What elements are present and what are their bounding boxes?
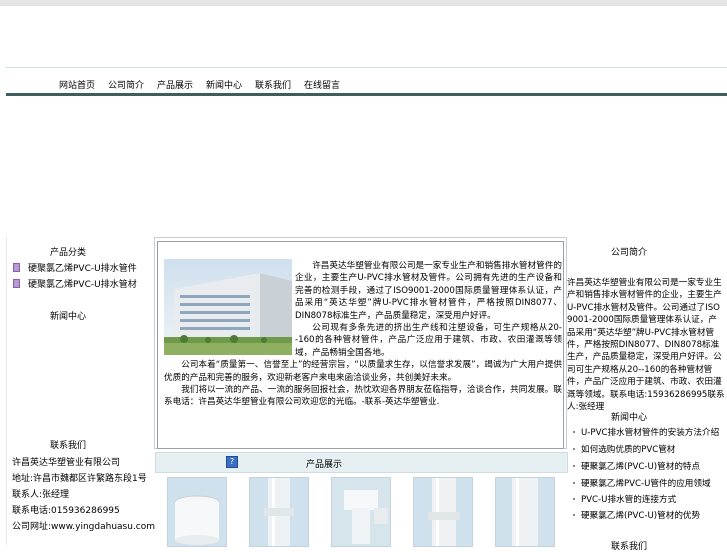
- bullet-icon: [573, 431, 575, 433]
- left-product-link[interactable]: 硬聚氯乙烯PVC-U排水管件: [13, 261, 137, 274]
- header-area: [6, 6, 727, 67]
- product-thumbnail[interactable]: [167, 477, 227, 547]
- bullet-icon: [573, 498, 575, 500]
- nav-item-home[interactable]: 网站首页: [59, 78, 95, 91]
- bullet-icon: [573, 465, 575, 467]
- product-thumbnail[interactable]: [495, 477, 555, 547]
- product-thumbnail[interactable]: [249, 477, 309, 547]
- products-category-title: 产品分类: [50, 248, 87, 258]
- pipe-image: [496, 478, 554, 546]
- right-news-title: 新闻中心: [611, 413, 648, 423]
- company-intro-panel: 许昌英达华塑管业有限公司是一家专业生产和销售排水管材管件的企业，主要生产U-PV…: [154, 237, 567, 449]
- bullet-icon: [13, 263, 20, 272]
- tee-fitting-image: [332, 478, 390, 546]
- nav-item-news[interactable]: 新闻中心: [206, 78, 242, 91]
- bullet-icon: [573, 482, 575, 484]
- bullet-icon: [573, 448, 575, 450]
- left-news-title: 新闻中心: [50, 312, 87, 322]
- contact-company: 许昌英达华塑管业有限公司: [12, 458, 121, 468]
- left-product-link[interactable]: 硬聚氯乙烯PVC-U排水管材: [13, 277, 137, 290]
- news-link[interactable]: 硬聚氯乙烯PVC-U管件的应用领域: [567, 477, 711, 489]
- pipe-fitting-image: [168, 478, 226, 546]
- intro-inner-border: 许昌英达华塑管业有限公司是一家专业生产和销售排水管材管件的企业，主要生产U-PV…: [157, 241, 564, 449]
- news-link[interactable]: U-PVC排水管材管件的安装方法介绍: [567, 426, 719, 438]
- nav-item-products[interactable]: 产品展示: [157, 78, 193, 91]
- product-thumbnail[interactable]: [413, 477, 473, 547]
- nav-item-about[interactable]: 公司简介: [108, 78, 144, 91]
- right-contact-title: 联系我们: [611, 542, 648, 552]
- main-content: 许昌英达华塑管业有限公司是一家专业生产和销售排水管材管件的企业，主要生产U-PV…: [154, 237, 568, 547]
- contact-address: 地址:许昌市魏都区许繁路东段1号: [12, 474, 147, 484]
- pipe-image: [414, 478, 472, 546]
- contact-website[interactable]: 公司网址:www.yingdahuasu.com: [12, 519, 155, 532]
- news-link[interactable]: 硬聚氯乙烯(PVC-U)管材的优势: [567, 509, 700, 521]
- intro-paragraph: 公司本着“质量第一、信誉至上”的经营宗旨，“以质量求生存，以信誉求发展”，竭诚为…: [164, 360, 562, 383]
- product-thumbnail[interactable]: [331, 477, 391, 547]
- right-sidebar: 公司简介 许昌英达华塑管业有限公司是一家专业生产和销售排水管材管件的企业，主要生…: [567, 237, 727, 552]
- bullet-icon: [573, 514, 575, 516]
- left-contact-title: 联系我们: [50, 441, 87, 451]
- bullet-icon: [13, 279, 20, 288]
- nav-item-guestbook[interactable]: 在线留言: [304, 78, 340, 91]
- right-about-text: 许昌英达华塑管业有限公司是一家专业生产和销售排水管材管件的企业，主要生产U-PV…: [567, 278, 725, 413]
- main-nav: 网站首页 公司简介 产品展示 新闻中心 联系我们 在线留言: [6, 67, 727, 95]
- help-icon[interactable]: ?: [226, 456, 238, 468]
- news-link[interactable]: 如何选购优质的PVC管材: [567, 443, 675, 455]
- right-about-title: 公司简介: [611, 248, 648, 258]
- intro-paragraph: 我们将以一流的产品、一流的服务回报社会，热忱欢迎各界朋友莅临指导，洽谈合作，共同…: [164, 385, 562, 408]
- products-title: 产品展示: [306, 460, 343, 470]
- left-sidebar: 产品分类 硬聚氯乙烯PVC-U排水管件 硬聚氯乙烯PVC-U排水管材 新闻中心 …: [6, 237, 155, 545]
- contact-person: 联系人:张经理: [12, 490, 70, 500]
- news-link[interactable]: PVC-U排水管的连接方式: [567, 493, 676, 505]
- products-header: ? 产品展示: [155, 452, 568, 473]
- nav-item-contact[interactable]: 联系我们: [255, 78, 291, 91]
- pipe-image: [250, 478, 308, 546]
- contact-phone: 联系电话:015936286995: [12, 506, 120, 516]
- banner-area: [6, 96, 727, 236]
- news-link[interactable]: 硬聚氯乙烯(PVC-U)管材的特点: [567, 460, 700, 472]
- intro-text: 许昌英达华塑管业有限公司是一家专业生产和销售排水管材管件的企业，主要生产U-PV…: [164, 260, 562, 409]
